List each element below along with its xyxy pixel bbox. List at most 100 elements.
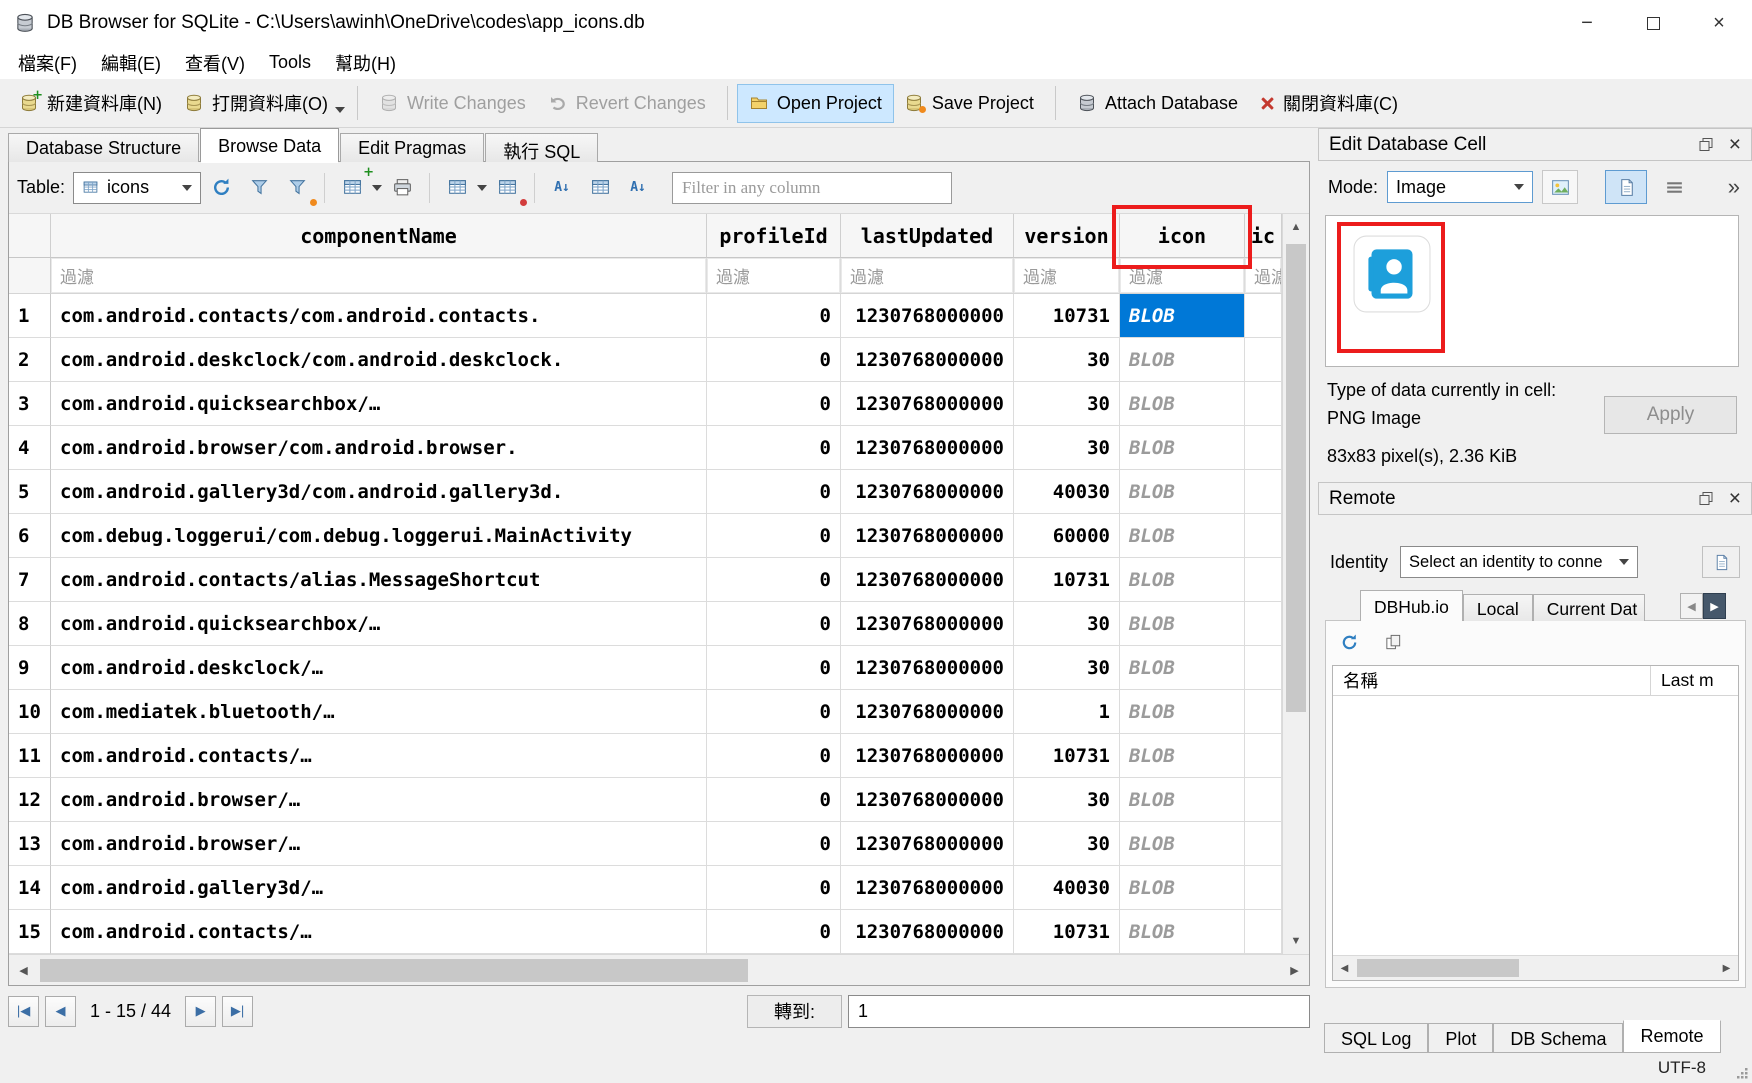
cell-icon-blob[interactable]: BLOB bbox=[1120, 778, 1245, 822]
clear-filters-button[interactable] bbox=[241, 170, 277, 206]
cell-lastupdated[interactable]: 1230768000000 bbox=[841, 690, 1014, 734]
cell-partial[interactable] bbox=[1245, 910, 1282, 954]
cell-lastupdated[interactable]: 1230768000000 bbox=[841, 338, 1014, 382]
cell-version[interactable]: 30 bbox=[1014, 338, 1120, 382]
dock-tab-remote[interactable]: Remote bbox=[1623, 1020, 1720, 1053]
last-page-button[interactable]: ▶| bbox=[222, 996, 253, 1027]
row-number[interactable]: 9 bbox=[9, 646, 51, 690]
cell-componentname[interactable]: com.mediatek.bluetooth/… bbox=[51, 690, 707, 734]
minimize-button[interactable]: − bbox=[1554, 0, 1620, 46]
cell-componentname[interactable]: com.android.browser/… bbox=[51, 778, 707, 822]
row-number[interactable]: 6 bbox=[9, 514, 51, 558]
cell-version[interactable]: 10731 bbox=[1014, 910, 1120, 954]
cell-profileid[interactable]: 0 bbox=[707, 558, 841, 602]
cell-componentname[interactable]: com.android.deskclock/com.android.deskcl… bbox=[51, 338, 707, 382]
table-options-dropdown[interactable] bbox=[477, 185, 487, 191]
cell-lastupdated[interactable]: 1230768000000 bbox=[841, 602, 1014, 646]
new-record-dropdown[interactable] bbox=[372, 185, 382, 191]
cell-profileid[interactable]: 0 bbox=[707, 338, 841, 382]
row-number[interactable]: 11 bbox=[9, 734, 51, 778]
open-project-button[interactable]: Open Project bbox=[738, 85, 893, 122]
cell-partial[interactable] bbox=[1245, 866, 1282, 910]
cell-lastupdated[interactable]: 1230768000000 bbox=[841, 646, 1014, 690]
cell-version[interactable]: 10731 bbox=[1014, 734, 1120, 778]
cell-icon-blob[interactable]: BLOB bbox=[1120, 866, 1245, 910]
cell-lastupdated[interactable]: 1230768000000 bbox=[841, 822, 1014, 866]
column-header-lastupdated[interactable]: lastUpdated bbox=[841, 214, 1014, 258]
import-certificate-button[interactable] bbox=[1702, 546, 1740, 578]
cell-version[interactable]: 30 bbox=[1014, 426, 1120, 470]
save-project-button[interactable]: Save Project bbox=[893, 85, 1045, 122]
close-panel-icon[interactable]: × bbox=[1729, 134, 1741, 155]
float-panel-icon[interactable] bbox=[1699, 138, 1713, 151]
overflow-chevrons-icon[interactable]: » bbox=[1728, 174, 1740, 200]
cell-version[interactable]: 10731 bbox=[1014, 558, 1120, 602]
column-header-icon[interactable]: icon bbox=[1120, 214, 1245, 258]
refresh-button[interactable] bbox=[203, 170, 239, 206]
cell-profileid[interactable]: 0 bbox=[707, 294, 841, 338]
tab-browse-data[interactable]: Browse Data bbox=[200, 128, 339, 162]
write-changes-button[interactable]: Write Changes bbox=[368, 85, 537, 122]
resize-grip[interactable] bbox=[1735, 1066, 1749, 1080]
row-number[interactable]: 3 bbox=[9, 382, 51, 426]
float-panel-icon[interactable] bbox=[1699, 492, 1713, 505]
new-database-button[interactable]: + 新建資料庫(N) bbox=[8, 82, 173, 124]
menu-file[interactable]: 檔案(F) bbox=[6, 46, 89, 80]
cell-lastupdated[interactable]: 1230768000000 bbox=[841, 910, 1014, 954]
scroll-right-arrow[interactable]: ▶ bbox=[1280, 955, 1309, 985]
cell-icon-blob[interactable]: BLOB bbox=[1120, 602, 1245, 646]
menu-tools[interactable]: Tools bbox=[257, 48, 323, 77]
cell-icon-blob[interactable]: BLOB bbox=[1120, 514, 1245, 558]
cell-lastupdated[interactable]: 1230768000000 bbox=[841, 294, 1014, 338]
column-header-componentname[interactable]: componentName bbox=[51, 214, 707, 258]
delete-record-button[interactable] bbox=[489, 170, 525, 206]
filter-input-icon[interactable]: 過濾 bbox=[1120, 258, 1245, 294]
cell-partial[interactable] bbox=[1245, 778, 1282, 822]
cell-lastupdated[interactable]: 1230768000000 bbox=[841, 470, 1014, 514]
tab-edit-pragmas[interactable]: Edit Pragmas bbox=[340, 133, 484, 162]
cell-partial[interactable] bbox=[1245, 338, 1282, 382]
cell-partial[interactable] bbox=[1245, 646, 1282, 690]
remote-refresh-button[interactable] bbox=[1334, 627, 1364, 657]
remote-scroll-thumb[interactable] bbox=[1357, 959, 1519, 977]
cell-icon-blob[interactable]: BLOB bbox=[1120, 734, 1245, 778]
previous-page-button[interactable]: ◀ bbox=[45, 996, 76, 1027]
cell-lastupdated[interactable]: 1230768000000 bbox=[841, 382, 1014, 426]
dock-tab-plot[interactable]: Plot bbox=[1428, 1023, 1493, 1053]
cell-icon-blob[interactable]: BLOB bbox=[1120, 910, 1245, 954]
cell-partial[interactable] bbox=[1245, 690, 1282, 734]
cell-lastupdated[interactable]: 1230768000000 bbox=[841, 558, 1014, 602]
cell-version[interactable]: 30 bbox=[1014, 602, 1120, 646]
close-panel-icon[interactable]: × bbox=[1729, 488, 1741, 509]
cell-componentname[interactable]: com.android.quicksearchbox/… bbox=[51, 382, 707, 426]
open-database-dropdown[interactable] bbox=[335, 107, 345, 113]
vertical-scroll-track[interactable] bbox=[1283, 240, 1309, 928]
cell-partial[interactable] bbox=[1245, 602, 1282, 646]
cell-componentname[interactable]: com.android.gallery3d/… bbox=[51, 866, 707, 910]
cell-componentname[interactable]: com.android.deskclock/… bbox=[51, 646, 707, 690]
cell-profileid[interactable]: 0 bbox=[707, 426, 841, 470]
cell-icon-blob[interactable]: BLOB bbox=[1120, 294, 1245, 338]
scroll-right-arrow[interactable]: ▶ bbox=[1715, 956, 1738, 980]
cell-componentname[interactable]: com.android.contacts/… bbox=[51, 734, 707, 778]
menu-help[interactable]: 幫助(H) bbox=[323, 46, 408, 80]
row-number[interactable]: 5 bbox=[9, 470, 51, 514]
row-number[interactable]: 1 bbox=[9, 294, 51, 338]
first-page-button[interactable]: |◀ bbox=[8, 996, 39, 1027]
cell-profileid[interactable]: 0 bbox=[707, 646, 841, 690]
menu-view[interactable]: 查看(V) bbox=[173, 46, 257, 80]
row-number[interactable]: 12 bbox=[9, 778, 51, 822]
cell-profileid[interactable]: 0 bbox=[707, 778, 841, 822]
cell-profileid[interactable]: 0 bbox=[707, 514, 841, 558]
tab-database-structure[interactable]: Database Structure bbox=[8, 133, 199, 162]
sort-descending-button[interactable]: A↓ bbox=[620, 170, 656, 206]
cell-profileid[interactable]: 0 bbox=[707, 470, 841, 514]
cell-profileid[interactable]: 0 bbox=[707, 866, 841, 910]
cell-componentname[interactable]: com.android.gallery3d/com.android.galler… bbox=[51, 470, 707, 514]
export-image-button[interactable] bbox=[1542, 170, 1578, 204]
dock-tab-db-schema[interactable]: DB Schema bbox=[1493, 1023, 1623, 1053]
row-number[interactable]: 4 bbox=[9, 426, 51, 470]
remote-horizontal-scrollbar[interactable]: ◀ ▶ bbox=[1333, 955, 1738, 980]
cell-partial[interactable] bbox=[1245, 426, 1282, 470]
cell-version[interactable]: 60000 bbox=[1014, 514, 1120, 558]
